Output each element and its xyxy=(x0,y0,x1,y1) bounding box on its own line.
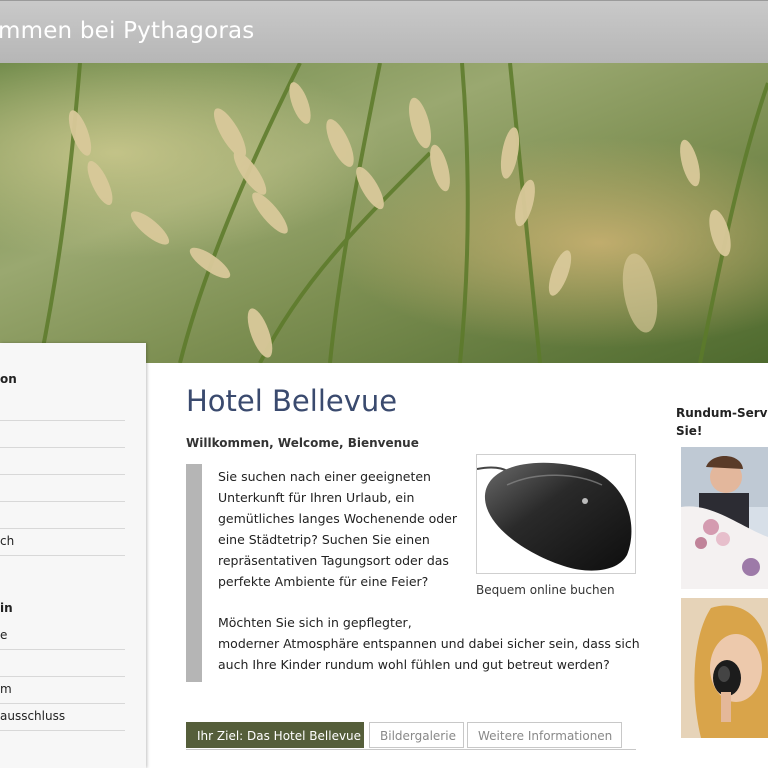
tab-hotel-bellevue[interactable]: Ihr Ziel: Das Hotel Bellevue xyxy=(186,722,364,748)
sidebar-item[interactable] xyxy=(0,501,125,529)
quote-bar xyxy=(186,464,202,682)
intro-line: gemütliches langes Wochenende oder xyxy=(218,511,458,526)
woman-mirror-photo[interactable] xyxy=(681,598,768,738)
sidebar-item[interactable]: ausschluss xyxy=(0,703,125,731)
sidebar-navigation: on ch in e m ausschluss xyxy=(0,343,146,768)
second-paragraph: Möchten Sie sich in gepflegter, moderner… xyxy=(218,612,648,675)
sidebar-group-heading: on xyxy=(0,372,17,386)
sidebar-group-heading: in xyxy=(0,601,13,615)
page-title: Hotel Bellevue xyxy=(186,384,398,418)
intro-line: repräsentativen Tagungsort oder das xyxy=(218,553,449,568)
computer-mouse-icon xyxy=(477,462,632,571)
service-heading-line: Sie! xyxy=(676,424,703,438)
content-tabs: Ihr Ziel: Das Hotel Bellevue Bildergaler… xyxy=(186,722,636,750)
sidebar-item[interactable]: m xyxy=(0,676,125,704)
intro-line: perfekte Ambiente für eine Feier? xyxy=(218,574,429,589)
sidebar-item[interactable] xyxy=(0,393,125,421)
tab-more-info[interactable]: Weitere Informationen xyxy=(467,722,622,748)
second-line: auch Ihre Kinder rundum wohl fühlen und … xyxy=(218,657,610,672)
tabs-divider xyxy=(186,749,636,750)
booking-image-link[interactable] xyxy=(476,454,636,574)
service-heading-line: Rundum-Servic xyxy=(676,406,768,420)
image-caption[interactable]: Bequem online buchen xyxy=(476,583,615,597)
site-title: mmen bei Pythagoras xyxy=(0,18,255,44)
second-line: moderner Atmosphäre entspannen und dabei… xyxy=(218,636,640,651)
sidebar-item[interactable]: e xyxy=(0,622,125,650)
welcome-line: Willkommen, Welcome, Bienvenue xyxy=(186,436,419,450)
intro-line: Sie suchen nach einer geeigneten xyxy=(218,469,431,484)
sidebar-item[interactable] xyxy=(0,649,125,677)
wedding-photo[interactable] xyxy=(681,447,768,589)
hero-image-grass xyxy=(0,63,768,363)
intro-line: eine Städtetrip? Suchen Sie einen xyxy=(218,532,430,547)
second-line: Möchten Sie sich in gepflegter, xyxy=(218,615,412,630)
sidebar-item[interactable] xyxy=(0,420,125,448)
site-banner: mmen bei Pythagoras xyxy=(0,0,768,63)
sidebar-item[interactable]: ch xyxy=(0,528,125,556)
sidebar-item[interactable] xyxy=(0,474,125,502)
tab-gallery[interactable]: Bildergalerie xyxy=(369,722,464,748)
intro-line: Unterkunft für Ihren Urlaub, ein xyxy=(218,490,415,505)
intro-paragraph: Sie suchen nach einer geeigneten Unterku… xyxy=(218,466,468,592)
sidebar-item[interactable] xyxy=(0,447,125,475)
service-heading: Rundum-Servic Sie! xyxy=(676,404,768,440)
